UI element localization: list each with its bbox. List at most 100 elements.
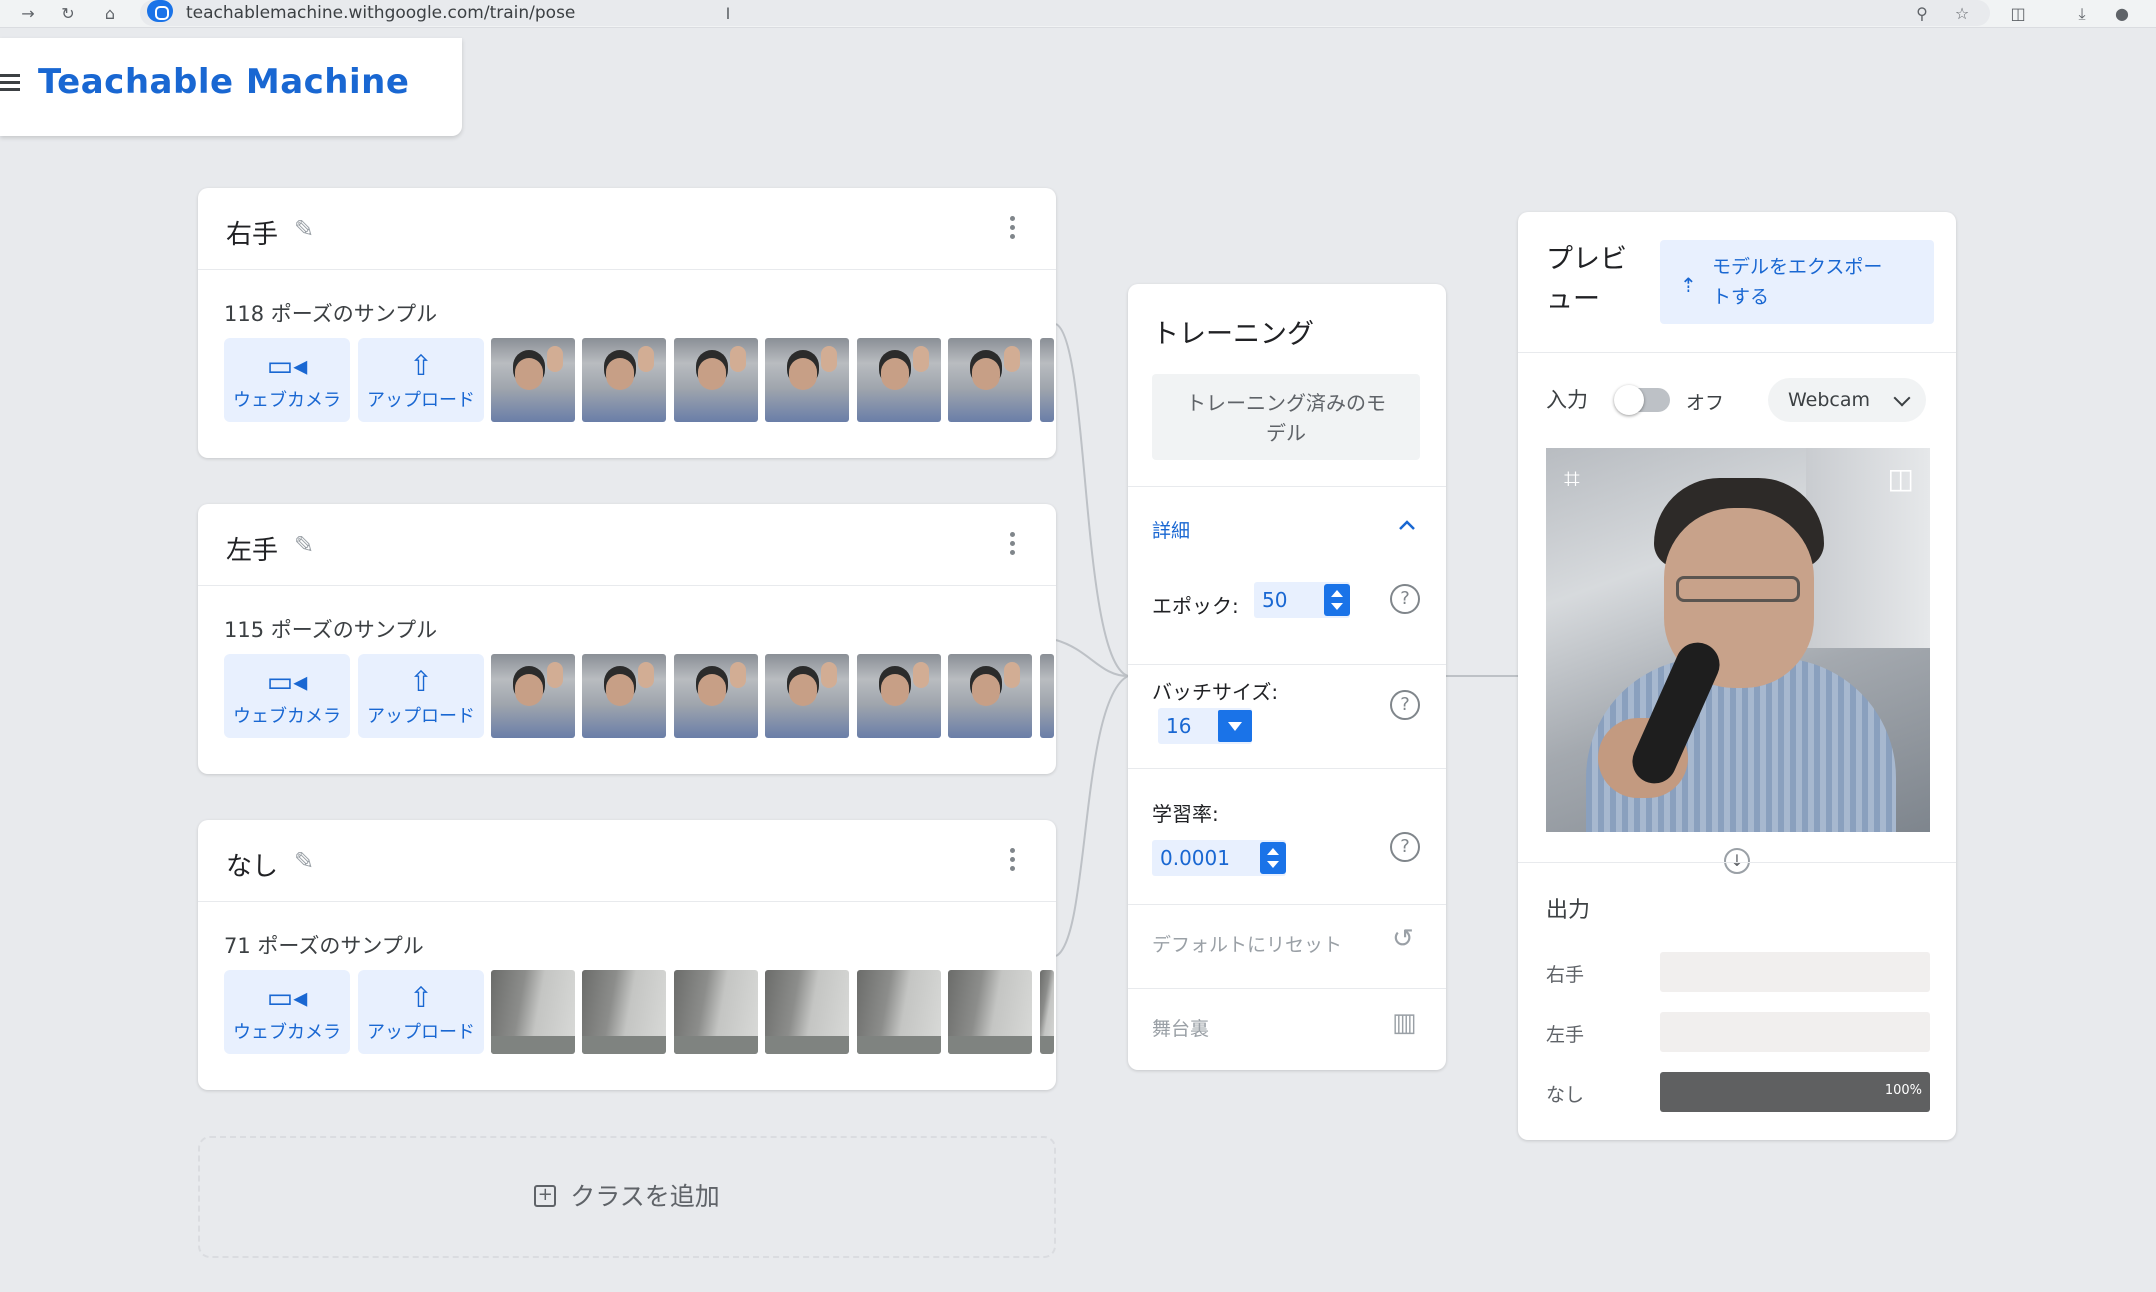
epochs-input[interactable]: 50 bbox=[1254, 582, 1350, 618]
flip-icon[interactable]: ◫ bbox=[1888, 462, 1914, 495]
batch-size-select[interactable]: 16 bbox=[1158, 708, 1252, 744]
upload-button[interactable]: ⇧ アップロード bbox=[358, 338, 484, 422]
webcam-icon: ▭◂ bbox=[266, 981, 308, 1014]
sample-thumbnail[interactable] bbox=[765, 338, 849, 422]
learning-rate-input[interactable]: 0.0001 bbox=[1152, 840, 1286, 876]
divider bbox=[1128, 664, 1446, 665]
export-icon: ⇡ bbox=[1680, 273, 1697, 297]
sample-thumbnail[interactable] bbox=[857, 654, 941, 738]
upload-icon: ⇧ bbox=[409, 665, 433, 698]
sample-thumbnail[interactable] bbox=[674, 338, 758, 422]
dropdown-arrow-icon[interactable] bbox=[1218, 710, 1252, 742]
webcam-button-label: ウェブカメラ bbox=[233, 1022, 341, 1043]
class-name[interactable]: なし bbox=[226, 846, 278, 883]
divider bbox=[1128, 486, 1446, 487]
connector-class2 bbox=[1055, 639, 1129, 677]
edit-pencil-icon[interactable]: ✎ bbox=[294, 848, 320, 874]
sample-thumbnail[interactable] bbox=[582, 970, 666, 1054]
divider bbox=[1518, 352, 1956, 353]
divider bbox=[1128, 904, 1446, 905]
sample-thumbnail[interactable] bbox=[1040, 654, 1054, 738]
epochs-spinner[interactable] bbox=[1324, 584, 1350, 616]
epochs-label: エポック: bbox=[1152, 594, 1239, 618]
connector-class1 bbox=[1055, 323, 1129, 677]
sample-thumbnail[interactable] bbox=[948, 654, 1032, 738]
input-toggle[interactable] bbox=[1614, 385, 1670, 415]
arrow-down-icon: ↓ bbox=[1724, 848, 1750, 874]
sample-thumbnail[interactable] bbox=[491, 970, 575, 1054]
output-label-right-hand: 右手 bbox=[1546, 964, 1585, 986]
crop-icon[interactable]: ⌗ bbox=[1564, 462, 1580, 496]
sample-thumbnail[interactable] bbox=[582, 654, 666, 738]
sample-thumbnail[interactable] bbox=[948, 970, 1032, 1054]
more-options-icon[interactable] bbox=[1010, 216, 1016, 240]
class-card-header: 右手 ✎ bbox=[198, 188, 1056, 270]
webcam-button[interactable]: ▭◂ ウェブカメラ bbox=[224, 970, 350, 1054]
training-title: トレーニング bbox=[1152, 319, 1314, 350]
learning-rate-label: 学習率: bbox=[1152, 802, 1219, 826]
under-the-hood-button[interactable]: 舞台裏 bbox=[1152, 1014, 1209, 1041]
sample-thumbnail[interactable] bbox=[948, 338, 1032, 422]
more-options-icon[interactable] bbox=[1010, 532, 1016, 556]
webcam-icon: ▭◂ bbox=[266, 665, 308, 698]
preview-panel: プレビ ュー ⇡ モデルをエクスポー トする 入力 オフ Webcam ⌗ ◫ … bbox=[1518, 212, 1956, 1140]
epochs-value: 50 bbox=[1262, 588, 1288, 612]
batch-size-label: バッチサイズ: bbox=[1152, 680, 1279, 704]
output-label-none: なし bbox=[1546, 1084, 1585, 1106]
sample-thumbnail[interactable] bbox=[765, 654, 849, 738]
batch-size-value: 16 bbox=[1166, 714, 1192, 738]
upload-button-label: アップロード bbox=[367, 390, 475, 411]
add-box-icon: + bbox=[534, 1185, 557, 1207]
sample-thumbnail[interactable] bbox=[857, 338, 941, 422]
sample-thumbnail[interactable] bbox=[491, 654, 575, 738]
divider bbox=[1518, 862, 1956, 863]
learning-rate-value: 0.0001 bbox=[1160, 846, 1230, 870]
sample-thumbnail[interactable] bbox=[1040, 970, 1054, 1054]
webcam-button-label: ウェブカメラ bbox=[233, 390, 341, 411]
help-icon[interactable]: ? bbox=[1390, 832, 1420, 862]
train-model-button[interactable]: トレーニング済みのモ デル bbox=[1152, 374, 1420, 460]
sample-thumbnail[interactable] bbox=[582, 338, 666, 422]
reset-defaults-button[interactable]: デフォルトにリセット bbox=[1152, 930, 1342, 957]
webcam-button[interactable]: ▭◂ ウェブカメラ bbox=[224, 654, 350, 738]
sample-thumbnail[interactable] bbox=[1040, 338, 1054, 422]
class-name[interactable]: 左手 bbox=[226, 530, 278, 567]
upload-button[interactable]: ⇧ アップロード bbox=[358, 654, 484, 738]
preview-title: プレビ ュー bbox=[1546, 240, 1636, 320]
learning-rate-spinner[interactable] bbox=[1260, 842, 1286, 874]
class-card-right-hand: 右手 ✎ 118 ポーズのサンプル ▭◂ ウェブカメラ ⇧ アップロード bbox=[198, 188, 1056, 458]
connector-class3 bbox=[1055, 675, 1129, 957]
class-card-header: なし ✎ bbox=[198, 820, 1056, 902]
add-class-label: クラスを追加 bbox=[570, 1182, 720, 1211]
train-button-label-line2: デル bbox=[1266, 421, 1306, 445]
upload-button[interactable]: ⇧ アップロード bbox=[358, 970, 484, 1054]
sample-thumbnail[interactable] bbox=[491, 338, 575, 422]
edit-pencil-icon[interactable]: ✎ bbox=[294, 532, 320, 558]
sample-count: 118 ポーズのサンプル bbox=[224, 302, 438, 326]
upload-button-label: アップロード bbox=[367, 1022, 475, 1043]
bar-chart-icon[interactable]: ▥ bbox=[1392, 1008, 1417, 1038]
sample-count: 115 ポーズのサンプル bbox=[224, 618, 438, 642]
divider bbox=[1128, 768, 1446, 769]
upload-icon: ⇧ bbox=[409, 981, 433, 1014]
add-class-button[interactable]: + クラスを追加 bbox=[198, 1136, 1056, 1258]
training-panel: トレーニング トレーニング済みのモ デル 詳細 エポック: 50 ? バッチサイ… bbox=[1128, 284, 1446, 1070]
confidence-percent: 100% bbox=[1884, 1083, 1922, 1098]
input-source-select[interactable]: Webcam bbox=[1768, 378, 1926, 422]
class-name[interactable]: 右手 bbox=[226, 214, 278, 251]
webcam-button[interactable]: ▭◂ ウェブカメラ bbox=[224, 338, 350, 422]
chevron-up-icon[interactable] bbox=[1398, 516, 1416, 534]
sample-thumbnail[interactable] bbox=[674, 970, 758, 1054]
sample-thumbnail[interactable] bbox=[765, 970, 849, 1054]
more-options-icon[interactable] bbox=[1010, 848, 1016, 872]
advanced-toggle[interactable]: 詳細 bbox=[1152, 516, 1190, 543]
help-icon[interactable]: ? bbox=[1390, 584, 1420, 614]
edit-pencil-icon[interactable]: ✎ bbox=[294, 216, 320, 242]
history-icon[interactable]: ↺ bbox=[1392, 924, 1414, 954]
preview-title-line1: プレビ bbox=[1546, 244, 1627, 275]
help-icon[interactable]: ? bbox=[1390, 690, 1420, 720]
sample-thumbnail[interactable] bbox=[857, 970, 941, 1054]
export-model-button[interactable]: ⇡ モデルをエクスポー トする bbox=[1660, 240, 1934, 324]
sample-thumbnail[interactable] bbox=[674, 654, 758, 738]
confidence-bar-right-hand bbox=[1660, 952, 1930, 992]
